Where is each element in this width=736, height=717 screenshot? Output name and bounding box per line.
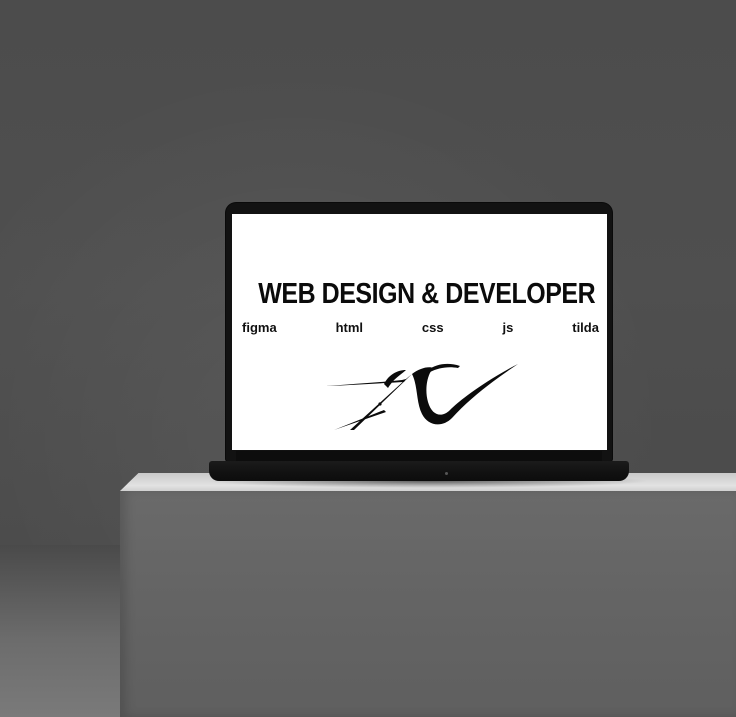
tag-list: figma html css js tilda [242, 320, 599, 335]
laptop-hinge [236, 451, 602, 461]
tag-tilda: tilda [572, 320, 599, 335]
screen-title: WEB DESIGN & DEVELOPER [258, 278, 596, 310]
signature-logo-icon [326, 363, 518, 430]
tag-figma: figma [242, 320, 277, 335]
laptop-base [209, 461, 629, 481]
tag-html: html [335, 320, 364, 335]
laptop-screen: WEB DESIGN & DEVELOPER figma html css js… [232, 214, 607, 450]
pedestal-front [120, 490, 736, 717]
indicator-light-icon [445, 472, 448, 475]
tag-js: js [502, 320, 514, 335]
scene: WEB DESIGN & DEVELOPER figma html css js… [0, 0, 736, 717]
tag-css: css [421, 320, 444, 335]
